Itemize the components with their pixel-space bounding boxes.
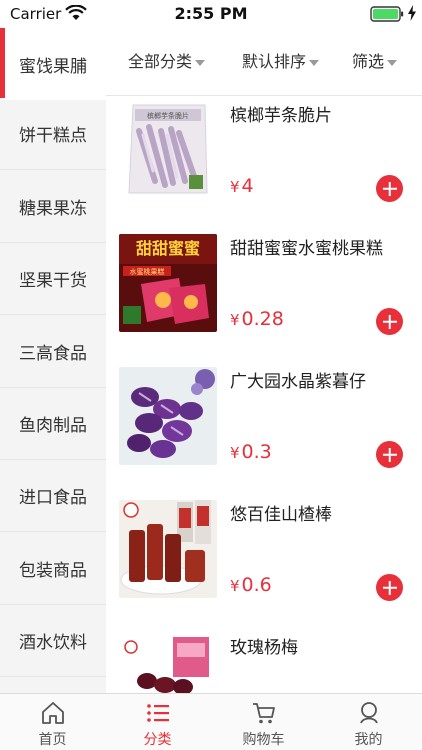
product-price: ¥0.28 xyxy=(230,308,284,330)
sidebar-item-label: 包装商品 xyxy=(19,561,87,581)
tab-label: 购物车 xyxy=(242,732,285,748)
product-name: 悠百佳山楂棒 xyxy=(230,505,332,525)
profile-icon xyxy=(360,702,378,724)
product-item[interactable]: 玫瑰杨梅 xyxy=(106,629,422,693)
product-name: 槟榔芋条脆片 xyxy=(230,106,332,126)
add-to-cart-button[interactable] xyxy=(376,441,403,468)
chevron-down-icon xyxy=(387,59,398,66)
list-icon xyxy=(147,704,169,722)
peach-cake-image: 甜甜蜜蜜 水蜜桃果糕 xyxy=(119,234,217,332)
add-to-cart-button[interactable] xyxy=(376,574,403,601)
add-to-cart-button[interactable] xyxy=(376,175,403,202)
purple-candies-image xyxy=(119,367,217,465)
category-dropdown[interactable]: 全部分类 xyxy=(128,48,206,72)
sidebar-item-label: 酒水饮料 xyxy=(19,633,87,653)
sidebar-item-label: 坚果干货 xyxy=(19,271,87,291)
tab-home[interactable]: 首页 xyxy=(0,694,105,750)
product-name: 广大园水晶紫暮仔 xyxy=(230,372,366,392)
currency-symbol: ¥ xyxy=(230,444,240,462)
rose-bayberry-image xyxy=(119,633,217,693)
tab-label: 分类 xyxy=(143,732,172,748)
sort-dropdown-label: 默认排序 xyxy=(242,52,307,71)
filter-bar: 全部分类 默认排序 筛选 xyxy=(106,28,422,96)
tab-cart[interactable]: 购物车 xyxy=(211,694,316,750)
clock-time: 2:55 PM xyxy=(174,4,248,23)
product-item[interactable]: 甜甜蜜蜜 水蜜桃果糕 甜甜蜜蜜水蜜桃果糕 ¥0.28 xyxy=(106,230,422,363)
status-bar: Carrier 2:55 PM xyxy=(0,0,422,28)
price-value: 0.3 xyxy=(241,441,272,463)
product-item[interactable]: 广大园水晶紫暮仔 ¥0.3 xyxy=(106,363,422,496)
taro-chips-image: 槟榔芋条脆片 xyxy=(119,101,217,199)
product-name: 玫瑰杨梅 xyxy=(230,638,298,658)
product-item[interactable]: 槟榔芋条脆片 槟榔芋条脆片 ¥4 xyxy=(106,97,422,230)
hawthorn-sticks-image xyxy=(119,500,217,598)
sidebar-item-label: 鱼肉制品 xyxy=(19,416,87,436)
tab-profile[interactable]: 我的 xyxy=(316,694,421,750)
sort-dropdown[interactable]: 默认排序 xyxy=(242,48,320,72)
sidebar-item-biscuits[interactable]: 饼干糕点 xyxy=(0,98,106,170)
filter-dropdown[interactable]: 筛选 xyxy=(352,48,398,72)
sidebar-item-fish-meat[interactable]: 鱼肉制品 xyxy=(0,388,106,460)
price-value: 4 xyxy=(241,175,254,197)
sidebar-item-packaged[interactable]: 包装商品 xyxy=(0,533,106,605)
tab-category[interactable]: 分类 xyxy=(105,694,210,750)
sidebar-item-label: 饼干糕点 xyxy=(19,126,87,146)
svg-text:水蜜桃果糕: 水蜜桃果糕 xyxy=(130,267,165,276)
battery-icon xyxy=(370,6,404,22)
chevron-down-icon xyxy=(309,59,320,66)
product-list: 槟榔芋条脆片 槟榔芋条脆片 ¥4 甜甜蜜蜜 水蜜桃果糕 甜甜蜜蜜水蜜桃果糕 ¥ … xyxy=(106,97,422,693)
tab-label: 首页 xyxy=(38,732,67,748)
product-price: ¥4 xyxy=(230,175,254,197)
product-item[interactable]: 悠百佳山楂棒 ¥0.6 xyxy=(106,496,422,629)
price-value: 0.6 xyxy=(241,574,272,596)
category-dropdown-label: 全部分类 xyxy=(128,52,193,71)
product-name: 甜甜蜜蜜水蜜桃果糕 xyxy=(230,239,383,259)
category-sidebar: 蜜饯果脯 饼干糕点 糖果果冻 坚果干货 三高食品 鱼肉制品 进口食品 包装商品 … xyxy=(0,28,106,693)
currency-symbol: ¥ xyxy=(230,311,240,329)
sidebar-item-health-food[interactable]: 三高食品 xyxy=(0,316,106,388)
currency-symbol: ¥ xyxy=(230,178,240,196)
svg-text:甜甜蜜蜜: 甜甜蜜蜜 xyxy=(136,239,200,258)
bottom-tab-bar: 首页 分类 购物车 我的 xyxy=(0,693,422,750)
sidebar-item-drinks[interactable]: 酒水饮料 xyxy=(0,605,106,677)
sidebar-item-label: 三高食品 xyxy=(19,344,87,364)
sidebar-item-preserved-fruit[interactable]: 蜜饯果脯 xyxy=(0,28,106,100)
currency-symbol: ¥ xyxy=(230,577,240,595)
chevron-down-icon xyxy=(195,59,206,66)
home-icon xyxy=(42,702,64,724)
sidebar-item-imported[interactable]: 进口食品 xyxy=(0,460,106,532)
svg-text:槟榔芋条脆片: 槟榔芋条脆片 xyxy=(147,111,189,120)
sidebar-item-label: 进口食品 xyxy=(19,488,87,508)
price-value: 0.28 xyxy=(241,308,284,330)
sidebar-item-candy[interactable]: 糖果果冻 xyxy=(0,171,106,243)
filter-dropdown-label: 筛选 xyxy=(352,52,385,71)
cart-icon xyxy=(253,703,275,724)
sidebar-item-label: 糖果果冻 xyxy=(19,199,87,219)
product-price: ¥0.3 xyxy=(230,441,272,463)
sidebar-item-nuts[interactable]: 坚果干货 xyxy=(0,243,106,315)
add-to-cart-button[interactable] xyxy=(376,308,403,335)
charging-icon xyxy=(408,5,416,21)
tab-label: 我的 xyxy=(354,732,383,748)
sidebar-item-label: 蜜饯果脯 xyxy=(19,56,87,77)
product-price: ¥0.6 xyxy=(230,574,272,596)
